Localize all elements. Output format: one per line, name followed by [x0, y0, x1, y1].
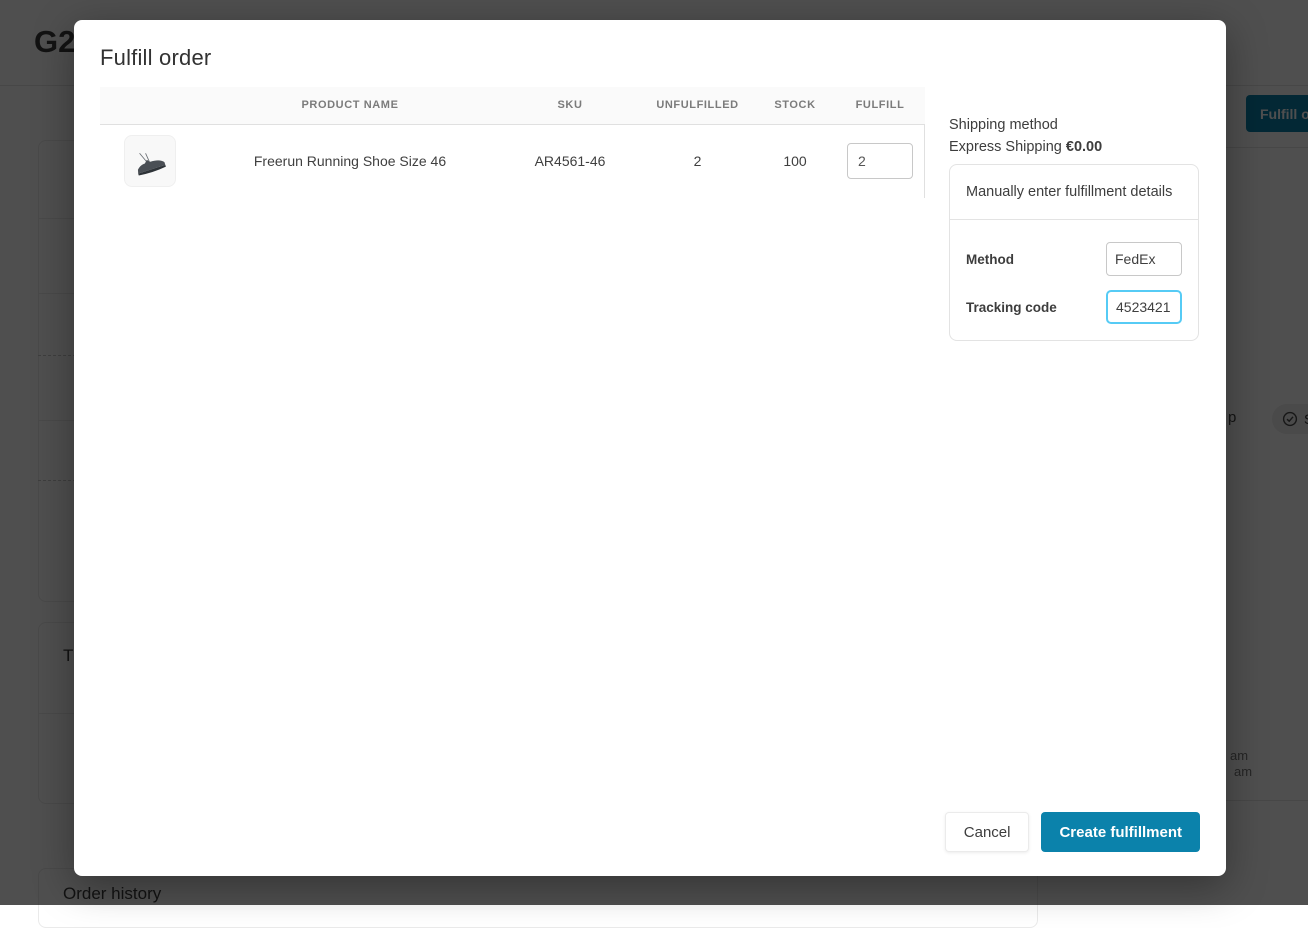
table-header-row: PRODUCT NAME SKU UNFULFILLED STOCK FULFI… [100, 87, 925, 125]
fulfill-products-table: PRODUCT NAME SKU UNFULFILLED STOCK FULFI… [100, 87, 925, 198]
product-thumbnail [124, 135, 176, 188]
column-header-product-name: PRODUCT NAME [200, 87, 500, 125]
create-fulfillment-button[interactable]: Create fulfillment [1041, 812, 1200, 852]
column-header-stock: STOCK [755, 87, 835, 125]
column-header-sku: SKU [500, 87, 640, 125]
column-header-thumbnail [100, 87, 200, 125]
cancel-button[interactable]: Cancel [944, 812, 1030, 852]
column-header-fulfill: FULFILL [835, 87, 925, 125]
product-name-cell: Freerun Running Shoe Size 46 [253, 153, 447, 170]
shipping-method-name: Express Shipping [949, 139, 1066, 155]
fulfill-quantity-input[interactable] [847, 143, 913, 180]
tracking-code-label: Tracking code [966, 299, 1057, 315]
manual-fulfillment-card: Manually enter fulfillment details Metho… [949, 164, 1199, 341]
tracking-code-input[interactable] [1106, 290, 1182, 324]
shipping-method-value: Express Shipping €0.00 [949, 136, 1199, 158]
method-label: Method [966, 251, 1014, 267]
stock-cell: 100 [783, 153, 807, 170]
sku-cell: AR4561-46 [534, 153, 606, 170]
fulfill-order-dialog: Fulfill order PRODUCT NAME SKU UNFULFILL… [74, 20, 1226, 876]
unfulfilled-cell: 2 [693, 153, 702, 170]
method-row: Method [966, 242, 1182, 276]
dialog-actions: Cancel Create fulfillment [74, 812, 1226, 876]
shipping-carrier-input[interactable] [1106, 242, 1182, 276]
table-row: Freerun Running Shoe Size 46 AR4561-46 2… [100, 124, 925, 198]
tracking-row: Tracking code [966, 290, 1182, 324]
manual-card-title: Manually enter fulfillment details [950, 165, 1198, 220]
shipping-method-heading: Shipping method [949, 117, 1058, 133]
running-shoe-icon [137, 153, 166, 176]
dialog-title: Fulfill order [100, 45, 212, 70]
shipping-pane: Shipping method Express Shipping €0.00 M… [949, 87, 1199, 812]
column-header-unfulfilled: UNFULFILLED [640, 87, 755, 125]
shipping-price: €0.00 [1065, 139, 1103, 155]
products-pane: PRODUCT NAME SKU UNFULFILLED STOCK FULFI… [100, 87, 925, 812]
